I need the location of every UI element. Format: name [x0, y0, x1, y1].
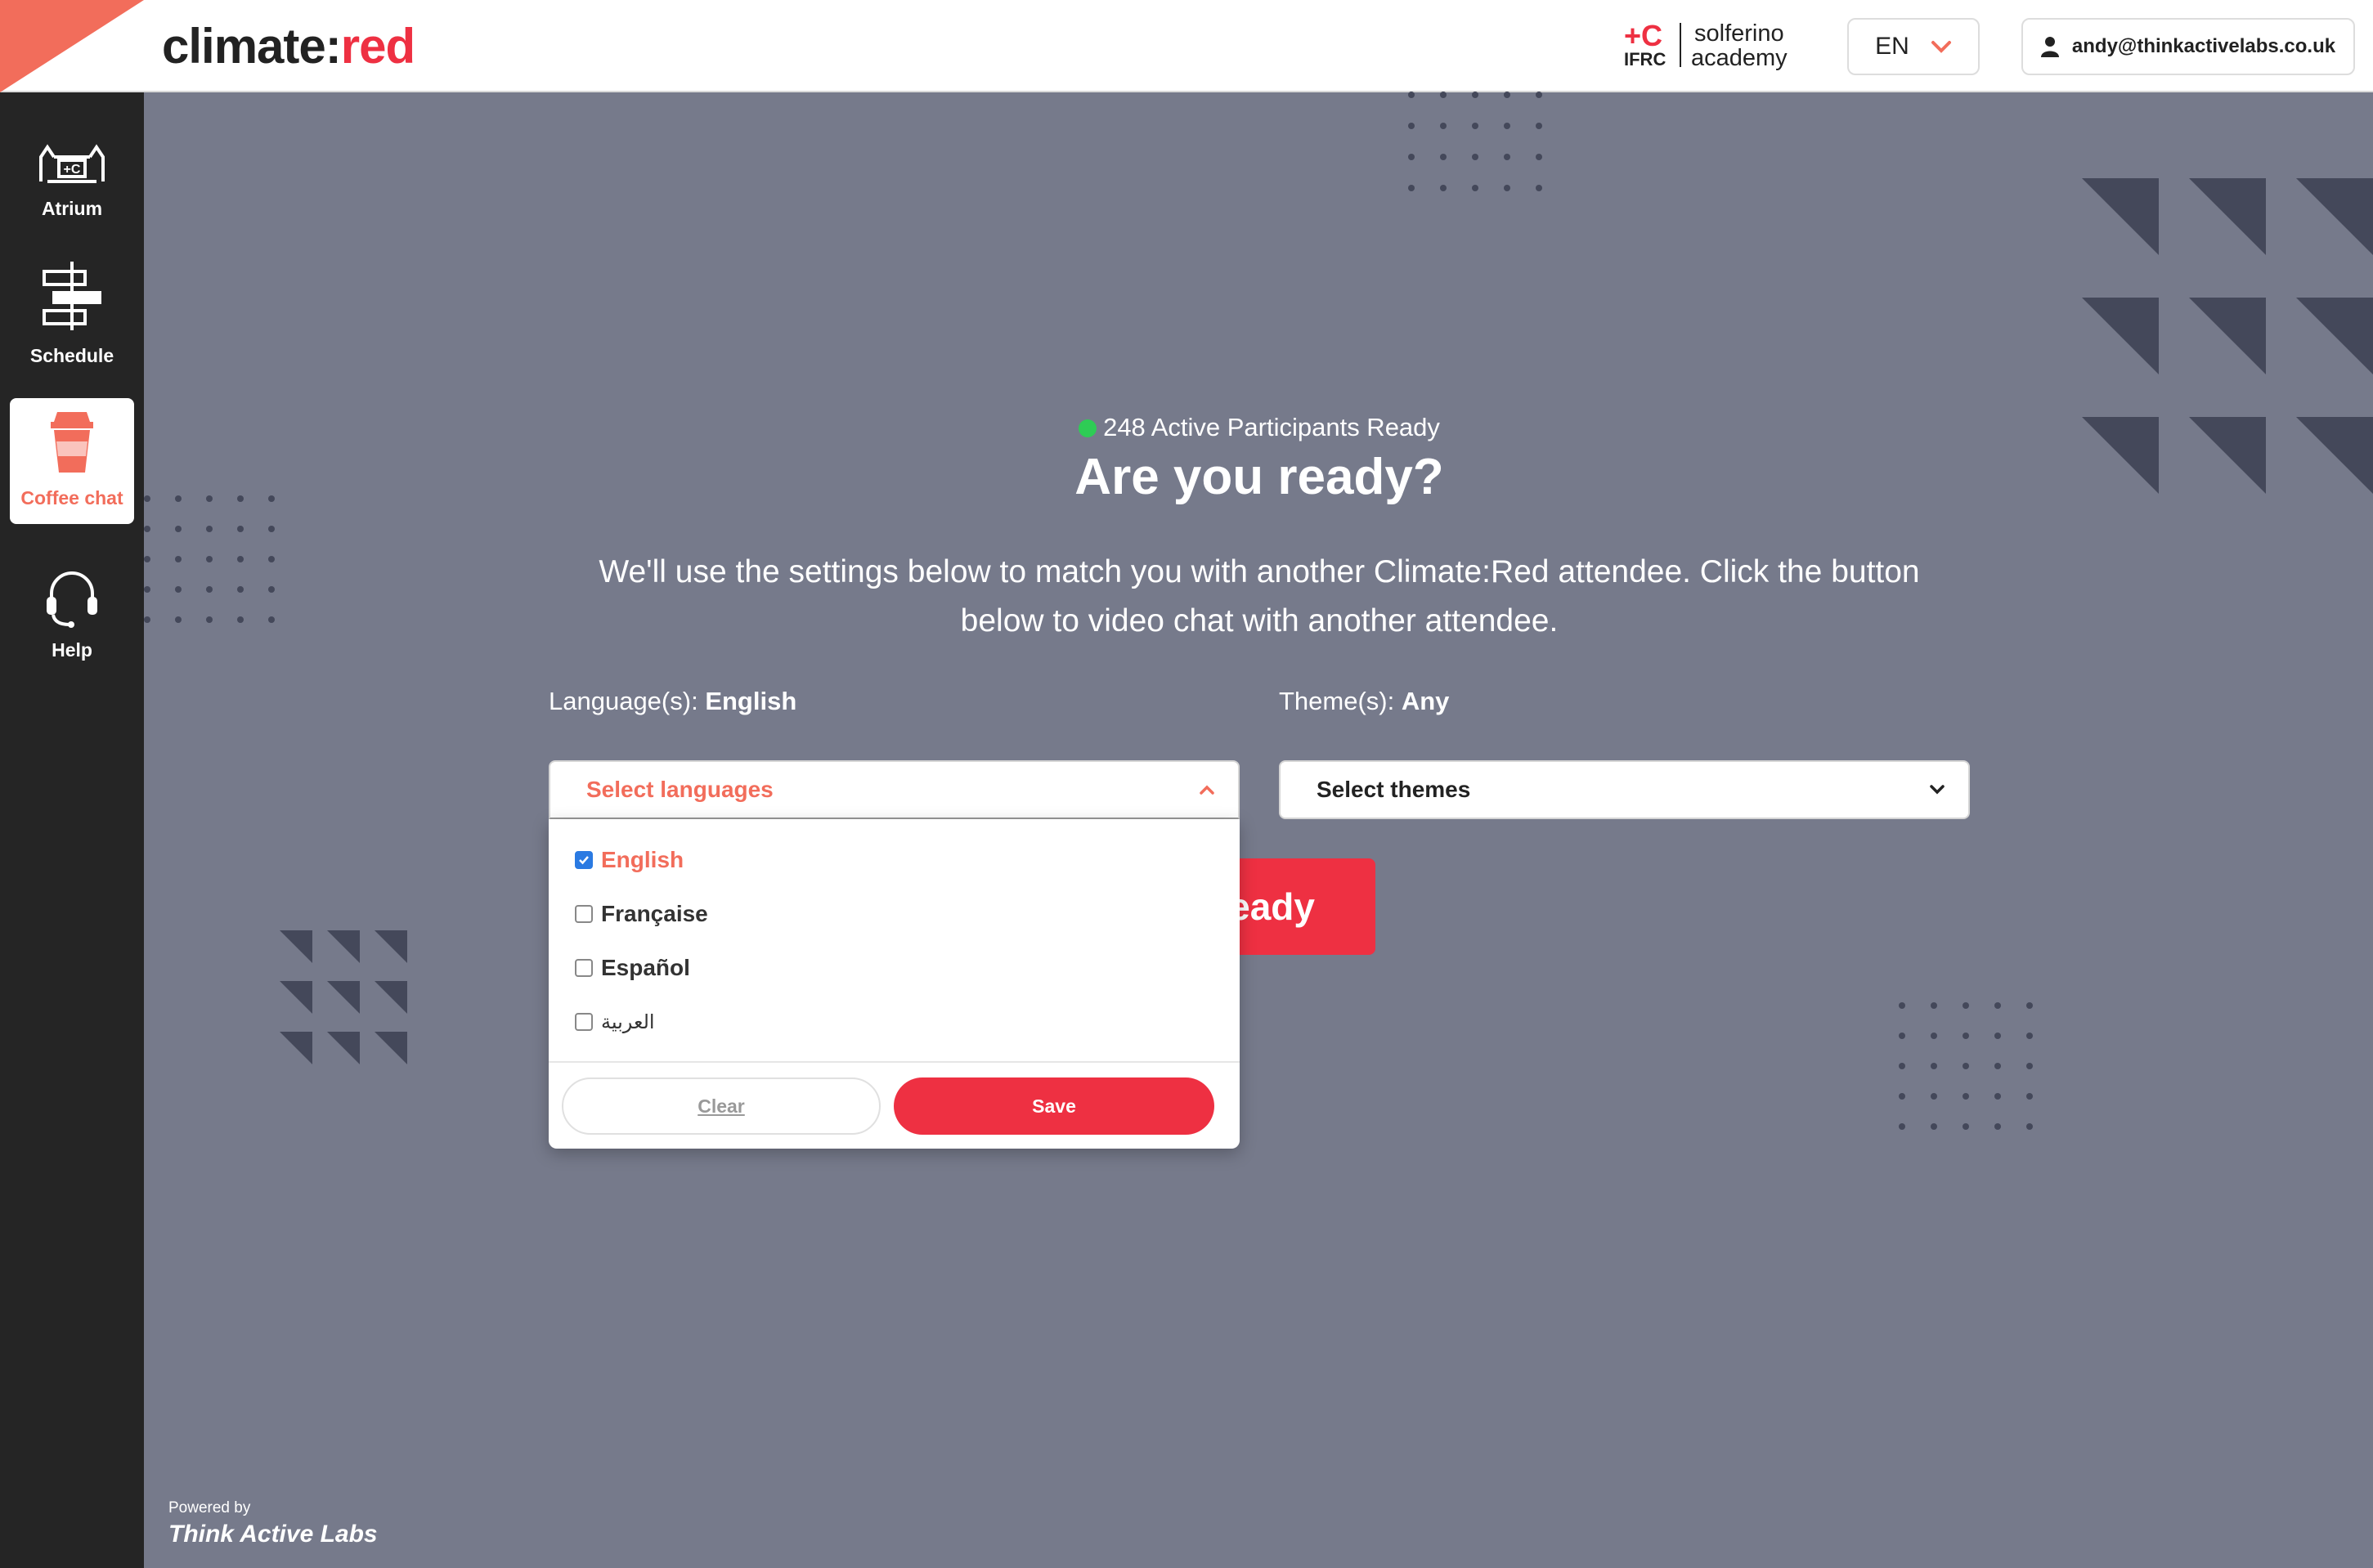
language-option-label: Française — [601, 901, 708, 926]
ifrc-logo: +C IFRC — [1624, 21, 1673, 70]
chevron-up-icon — [1200, 785, 1214, 795]
checkbox-checked[interactable] — [575, 851, 593, 869]
clear-button[interactable]: Clear — [562, 1077, 881, 1135]
sidebar-item-label: Schedule — [29, 345, 114, 366]
powered-by-footer: Powered by Think Active Labs — [168, 1499, 378, 1548]
svg-text:+C: +C — [64, 163, 81, 177]
save-button[interactable]: Save — [894, 1077, 1214, 1135]
headset-icon — [47, 571, 97, 628]
top-bar: climate:red +C IFRC solferino academy EN… — [0, 0, 2373, 92]
language-option-arabic[interactable]: العربية — [575, 1006, 655, 1038]
checkbox[interactable] — [575, 905, 593, 923]
themes-select-placeholder: Select themes — [1317, 777, 1471, 802]
language-option-label: العربية — [601, 1010, 655, 1033]
climate-red-logo[interactable]: climate:red — [162, 18, 415, 74]
language-option-espanol[interactable]: Español — [575, 952, 690, 984]
atrium-icon: +C — [39, 144, 105, 183]
language-summary: Language(s): English — [549, 687, 797, 715]
sidebar: +C Atrium Schedule Coffee chat Help — [0, 92, 144, 1568]
user-menu-button[interactable]: andy@thinkactivelabs.co.uk — [2021, 18, 2355, 75]
language-summary-value: English — [705, 687, 797, 715]
theme-summary-value: Any — [1401, 687, 1450, 715]
language-option-english[interactable]: English — [575, 844, 684, 876]
language-switcher[interactable]: EN — [1847, 18, 1980, 75]
sidebar-item-label: Help — [52, 639, 92, 661]
decorative-dot-grid — [1899, 1002, 2033, 1130]
sidebar-item-label: Atrium — [41, 198, 103, 219]
partner-divider — [1680, 23, 1681, 67]
sidebar-item-help[interactable]: Help — [10, 550, 134, 676]
instructions-text: We'll use the settings below to match yo… — [599, 554, 1920, 638]
checkmark-icon — [579, 856, 589, 865]
think-active-labs-logo[interactable]: Think Active Labs — [168, 1521, 378, 1548]
language-option-label: English — [601, 847, 684, 872]
corner-accent — [0, 0, 144, 92]
user-icon — [2040, 37, 2059, 57]
page-title: Are you ready? — [1074, 449, 1444, 505]
user-email: andy@thinkactivelabs.co.uk — [2071, 35, 2336, 57]
decorative-dot-grid — [144, 495, 275, 623]
languages-select[interactable]: Select languages — [549, 760, 1240, 819]
signpost-icon — [43, 262, 101, 330]
decorative-dot-grid — [1408, 92, 1542, 191]
ready-button-label: eady — [1229, 885, 1315, 928]
languages-dropdown: English Française Español العربية Clear … — [549, 819, 1240, 1149]
chevron-down-icon — [1930, 785, 1945, 795]
theme-summary: Theme(s): Any — [1279, 687, 1450, 715]
language-option-francaise[interactable]: Française — [575, 898, 708, 930]
sidebar-item-schedule[interactable]: Schedule — [10, 256, 134, 382]
language-option-label: Español — [601, 955, 690, 980]
language-code: EN — [1875, 33, 1909, 60]
checkbox[interactable] — [575, 959, 593, 977]
languages-select-placeholder: Select languages — [586, 777, 774, 802]
online-indicator-icon — [1079, 419, 1097, 437]
dropdown-divider — [549, 1061, 1240, 1063]
red-cross-crescent-icon: +C — [1624, 19, 1663, 52]
ifrc-abbr: IFRC — [1624, 49, 1666, 69]
solferino-academy-logo: solferino academy — [1691, 20, 1788, 71]
powered-by-label: Powered by — [168, 1499, 251, 1516]
sidebar-item-atrium[interactable]: +C Atrium — [10, 109, 134, 235]
themes-select[interactable]: Select themes — [1279, 760, 1970, 819]
checkbox[interactable] — [575, 1013, 593, 1031]
active-participants-status: 248 Active Participants Ready — [0, 413, 2373, 442]
chevron-down-icon — [1931, 41, 1951, 53]
